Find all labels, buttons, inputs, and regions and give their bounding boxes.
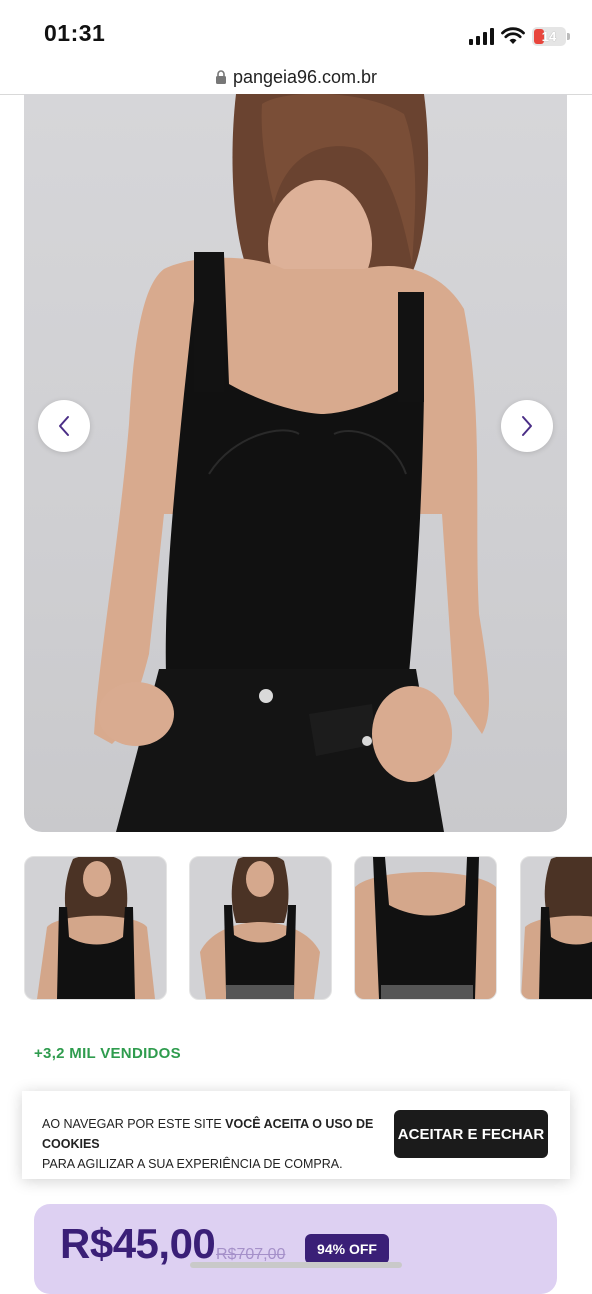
status-time: 01:31	[44, 20, 106, 46]
address-bar[interactable]: pangeia96.com.br	[0, 60, 592, 95]
thumbnail-photo	[355, 857, 496, 999]
thumbnail-2[interactable]	[189, 856, 332, 1000]
prev-image-button[interactable]	[38, 400, 90, 452]
model-photo	[94, 94, 490, 832]
current-price: R$45,00	[60, 1220, 216, 1267]
thumbnail-4[interactable]	[520, 856, 592, 1000]
cellular-signal-icon	[469, 27, 494, 45]
discount-badge: 94% OFF	[305, 1234, 389, 1264]
product-main-image[interactable]	[24, 94, 567, 832]
battery-level: 14	[541, 28, 557, 44]
thumbnail-photo	[200, 857, 320, 999]
accept-cookies-button[interactable]: ACEITAR E FECHAR	[394, 1110, 548, 1158]
cookie-text-end: PARA AGILIZAR A SUA EXPERIÊNCIA DE COMPR…	[42, 1157, 343, 1171]
units-sold-label: +3,2 MIL VENDIDOS	[34, 1045, 181, 1062]
wifi-icon	[501, 27, 525, 44]
lock-icon	[215, 69, 226, 84]
cookie-text-start: AO NAVEGAR POR ESTE SITE	[42, 1117, 226, 1131]
price-box: R$45,00 R$707,00 94% OFF	[34, 1204, 557, 1294]
thumbnail-photo	[521, 857, 592, 999]
thumbnail-1[interactable]	[24, 856, 167, 1000]
battery-icon: 14	[532, 26, 570, 46]
thumbnail-3[interactable]	[354, 856, 497, 1000]
chevron-right-icon	[522, 416, 532, 436]
url-text: pangeia96.com.br	[232, 66, 378, 87]
status-icons: 14	[469, 24, 570, 48]
cookie-banner: AO NAVEGAR POR ESTE SITE VOCÊ ACEITA O U…	[22, 1091, 570, 1179]
cookie-message: AO NAVEGAR POR ESTE SITE VOCÊ ACEITA O U…	[42, 1114, 382, 1174]
thumbnail-photo	[37, 857, 155, 999]
thumbnail-strip[interactable]	[24, 856, 592, 1000]
chevron-left-icon	[59, 416, 69, 436]
next-image-button[interactable]	[501, 400, 553, 452]
status-bar: 01:31 14	[0, 0, 592, 60]
home-indicator	[190, 1262, 402, 1268]
